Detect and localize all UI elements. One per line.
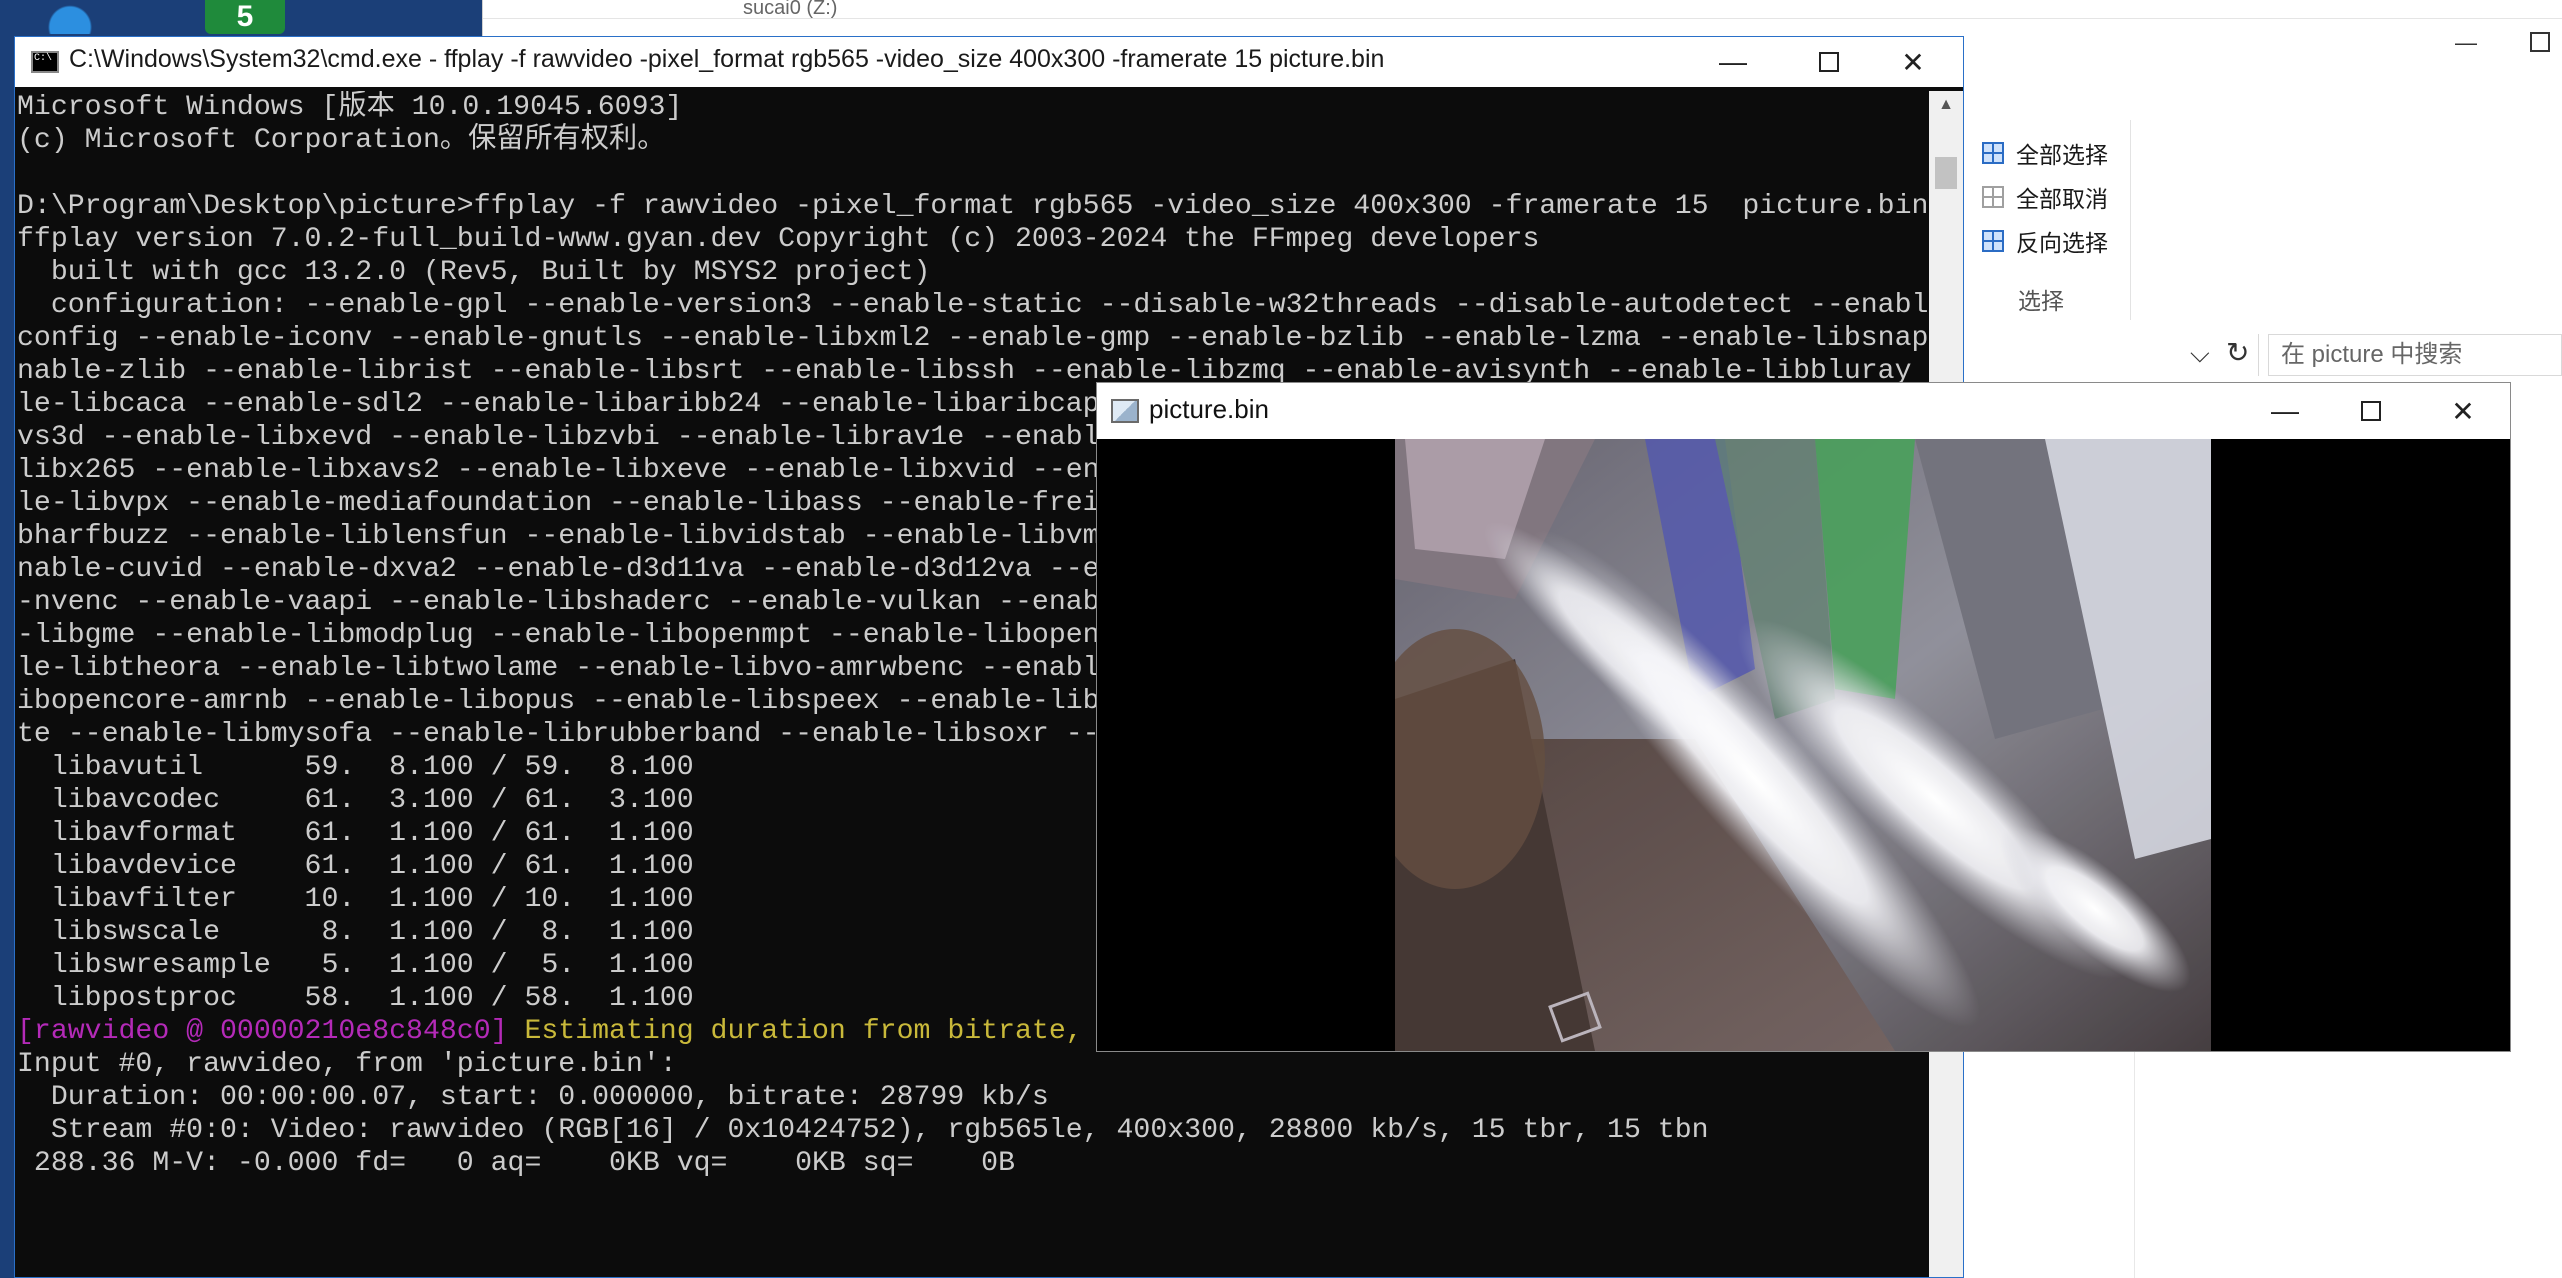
refresh-icon[interactable]: ↻ (2226, 336, 2249, 369)
ffplay-title: picture.bin (1149, 394, 1269, 424)
console-line: configuration: --enable-gpl --enable-ver… (17, 290, 1927, 321)
address-dropdown-chevron-icon[interactable]: ⌵ (2190, 338, 2210, 370)
invert-selection-label: 反向选择 (2016, 230, 2108, 256)
ribbon-select-none-button[interactable]: 全部取消 (1982, 182, 2108, 212)
close-icon: ✕ (1901, 46, 1925, 78)
camera-frame-image (1395, 439, 2211, 1051)
ffplay-close-button[interactable]: ✕ (2415, 383, 2511, 439)
close-icon: ✕ (2451, 395, 2475, 427)
explorer-maximize-icon[interactable] (2530, 32, 2550, 52)
ribbon-group-label: 选择 (2018, 288, 2064, 314)
console-line: (c) Microsoft Corporation。保留所有权利。 (17, 125, 666, 156)
console-line: 288.36 M-V: -0.000 fd= 0 aq= 0KB vq= 0KB… (17, 1148, 1015, 1179)
console-line: Duration: 00:00:00.07, start: 0.000000, … (17, 1082, 1049, 1113)
select-all-icon (1982, 142, 2004, 164)
desktop-v5-icon[interactable]: 5 (205, 0, 285, 34)
scroll-up-arrow-icon[interactable]: ▲ (1929, 91, 1963, 119)
ffplay-app-icon[interactable] (1111, 399, 1139, 423)
console-line: ffplay version 7.0.2-full_build-www.gyan… (17, 224, 1540, 255)
explorer-title: sucai0 (Z:) (743, 0, 838, 19)
explorer-search-box[interactable] (2268, 334, 2562, 376)
invert-selection-icon (1982, 230, 2004, 252)
desktop-app-icon[interactable] (40, 0, 100, 34)
console-line: Microsoft Windows [版本 10.0.19045.6093] (17, 92, 683, 123)
cmd-close-button[interactable]: ✕ (1865, 37, 1961, 87)
cmd-minimize-button[interactable]: — (1685, 37, 1781, 87)
console-line: config --enable-iconv --enable-gnutls --… (17, 323, 1927, 354)
console-line: built with gcc 13.2.0 (Rev5, Built by MS… (17, 257, 931, 288)
console-line: Input #0, rawvideo, from 'picture.bin': (17, 1049, 677, 1080)
ribbon-separator (2130, 120, 2131, 320)
minimize-icon: — (1719, 46, 1747, 77)
ffplay-minimize-button[interactable]: — (2237, 383, 2333, 439)
log-warning-message: Estimating duration from bitrate, this (507, 1016, 1168, 1047)
explorer-minimize-icon[interactable]: — (2455, 30, 2477, 56)
scroll-thumb[interactable] (1935, 157, 1957, 189)
explorer-search-input[interactable] (2269, 335, 2561, 375)
select-none-icon (1982, 186, 2004, 208)
ffplay-maximize-button[interactable] (2323, 383, 2419, 439)
explorer-titlebar: sucai0 (Z:) (483, 0, 2562, 19)
maximize-icon (2361, 401, 2381, 421)
ribbon-select-all-button[interactable]: 全部选择 (1982, 138, 2108, 168)
ffplay-titlebar[interactable]: picture.bin — ✕ (1097, 383, 2510, 439)
video-frame[interactable] (1395, 439, 2211, 1051)
address-separator (2258, 334, 2259, 376)
cmd-maximize-button[interactable] (1781, 37, 1877, 87)
ribbon-invert-selection-button[interactable]: 反向选择 (1982, 226, 2108, 256)
minimize-icon: — (2271, 395, 2299, 426)
console-line: D:\Program\Desktop\picture>ffplay -f raw… (17, 191, 1927, 222)
log-source-tag: [rawvideo @ 00000210e8c848c0] (17, 1016, 508, 1047)
select-all-label: 全部选择 (2016, 142, 2108, 168)
cmd-titlebar[interactable]: C:\Windows\System32\cmd.exe - ffplay -f … (15, 37, 1963, 87)
maximize-icon (1819, 52, 1839, 72)
console-line: Stream #0:0: Video: rawvideo (RGB[16] / … (17, 1115, 1709, 1146)
cmd-title: C:\Windows\System32\cmd.exe - ffplay -f … (69, 45, 1385, 73)
select-none-label: 全部取消 (2016, 186, 2108, 212)
cmd-app-icon[interactable] (31, 51, 59, 73)
ffplay-window: picture.bin — ✕ (1096, 382, 2511, 1052)
